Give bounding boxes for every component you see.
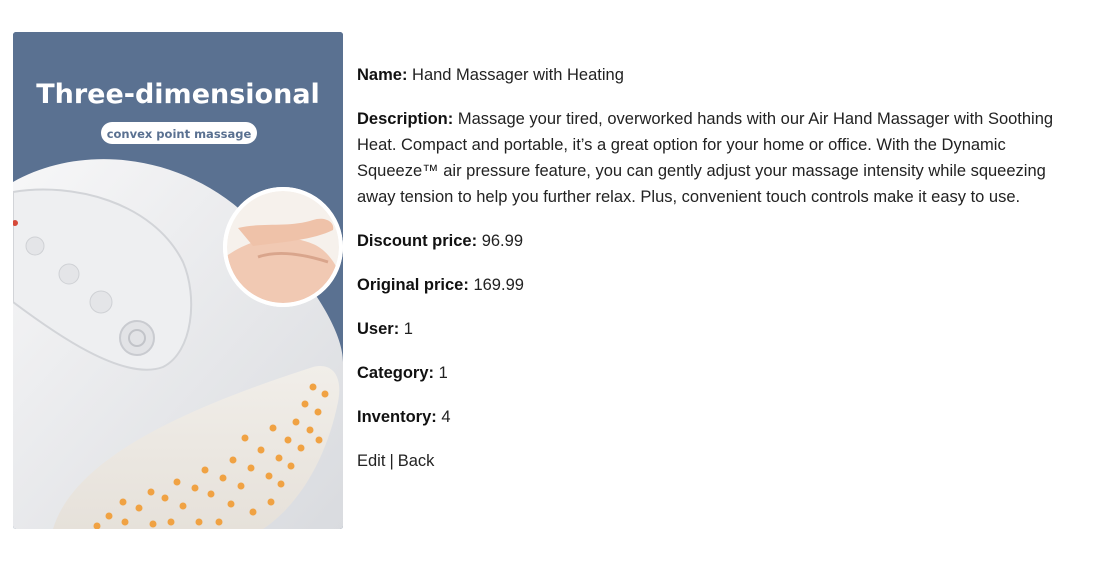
- user-label: User:: [357, 320, 400, 338]
- inventory-field: Inventory: 4: [357, 404, 1087, 430]
- name-value: Hand Massager with Heating: [412, 66, 624, 84]
- name-label: Name:: [357, 66, 408, 84]
- discount-price-field: Discount price: 96.99: [357, 228, 1087, 254]
- discount-price-value: 96.99: [481, 232, 523, 250]
- inventory-label: Inventory:: [357, 408, 437, 426]
- product-details: Name: Hand Massager with Heating Descrip…: [357, 62, 1087, 474]
- description-label: Description:: [357, 110, 454, 128]
- original-price-field: Original price: 169.99: [357, 272, 1087, 298]
- edit-link[interactable]: Edit: [357, 452, 385, 470]
- image-headline: Three-dimensional: [36, 79, 320, 110]
- inventory-value: 4: [441, 408, 451, 426]
- back-link[interactable]: Back: [398, 452, 435, 470]
- hand-massager-illustration: Three-dimensional convex point massage: [13, 32, 343, 529]
- product-image: Three-dimensional convex point massage: [13, 32, 343, 529]
- original-price-label: Original price:: [357, 276, 469, 294]
- description-field: Description: Massage your tired, overwor…: [357, 106, 1087, 210]
- name-field: Name: Hand Massager with Heating: [357, 62, 1087, 88]
- link-separator: |: [389, 452, 394, 470]
- category-field: Category: 1: [357, 360, 1087, 386]
- image-subheadline: convex point massage: [107, 127, 252, 141]
- user-value: 1: [403, 320, 413, 338]
- user-field: User: 1: [357, 316, 1087, 342]
- action-links: Edit | Back: [357, 448, 1087, 474]
- category-label: Category:: [357, 364, 435, 382]
- original-price-value: 169.99: [473, 276, 524, 294]
- discount-price-label: Discount price:: [357, 232, 478, 250]
- description-value: Massage your tired, overworked hands wit…: [357, 110, 1054, 206]
- category-value: 1: [438, 364, 448, 382]
